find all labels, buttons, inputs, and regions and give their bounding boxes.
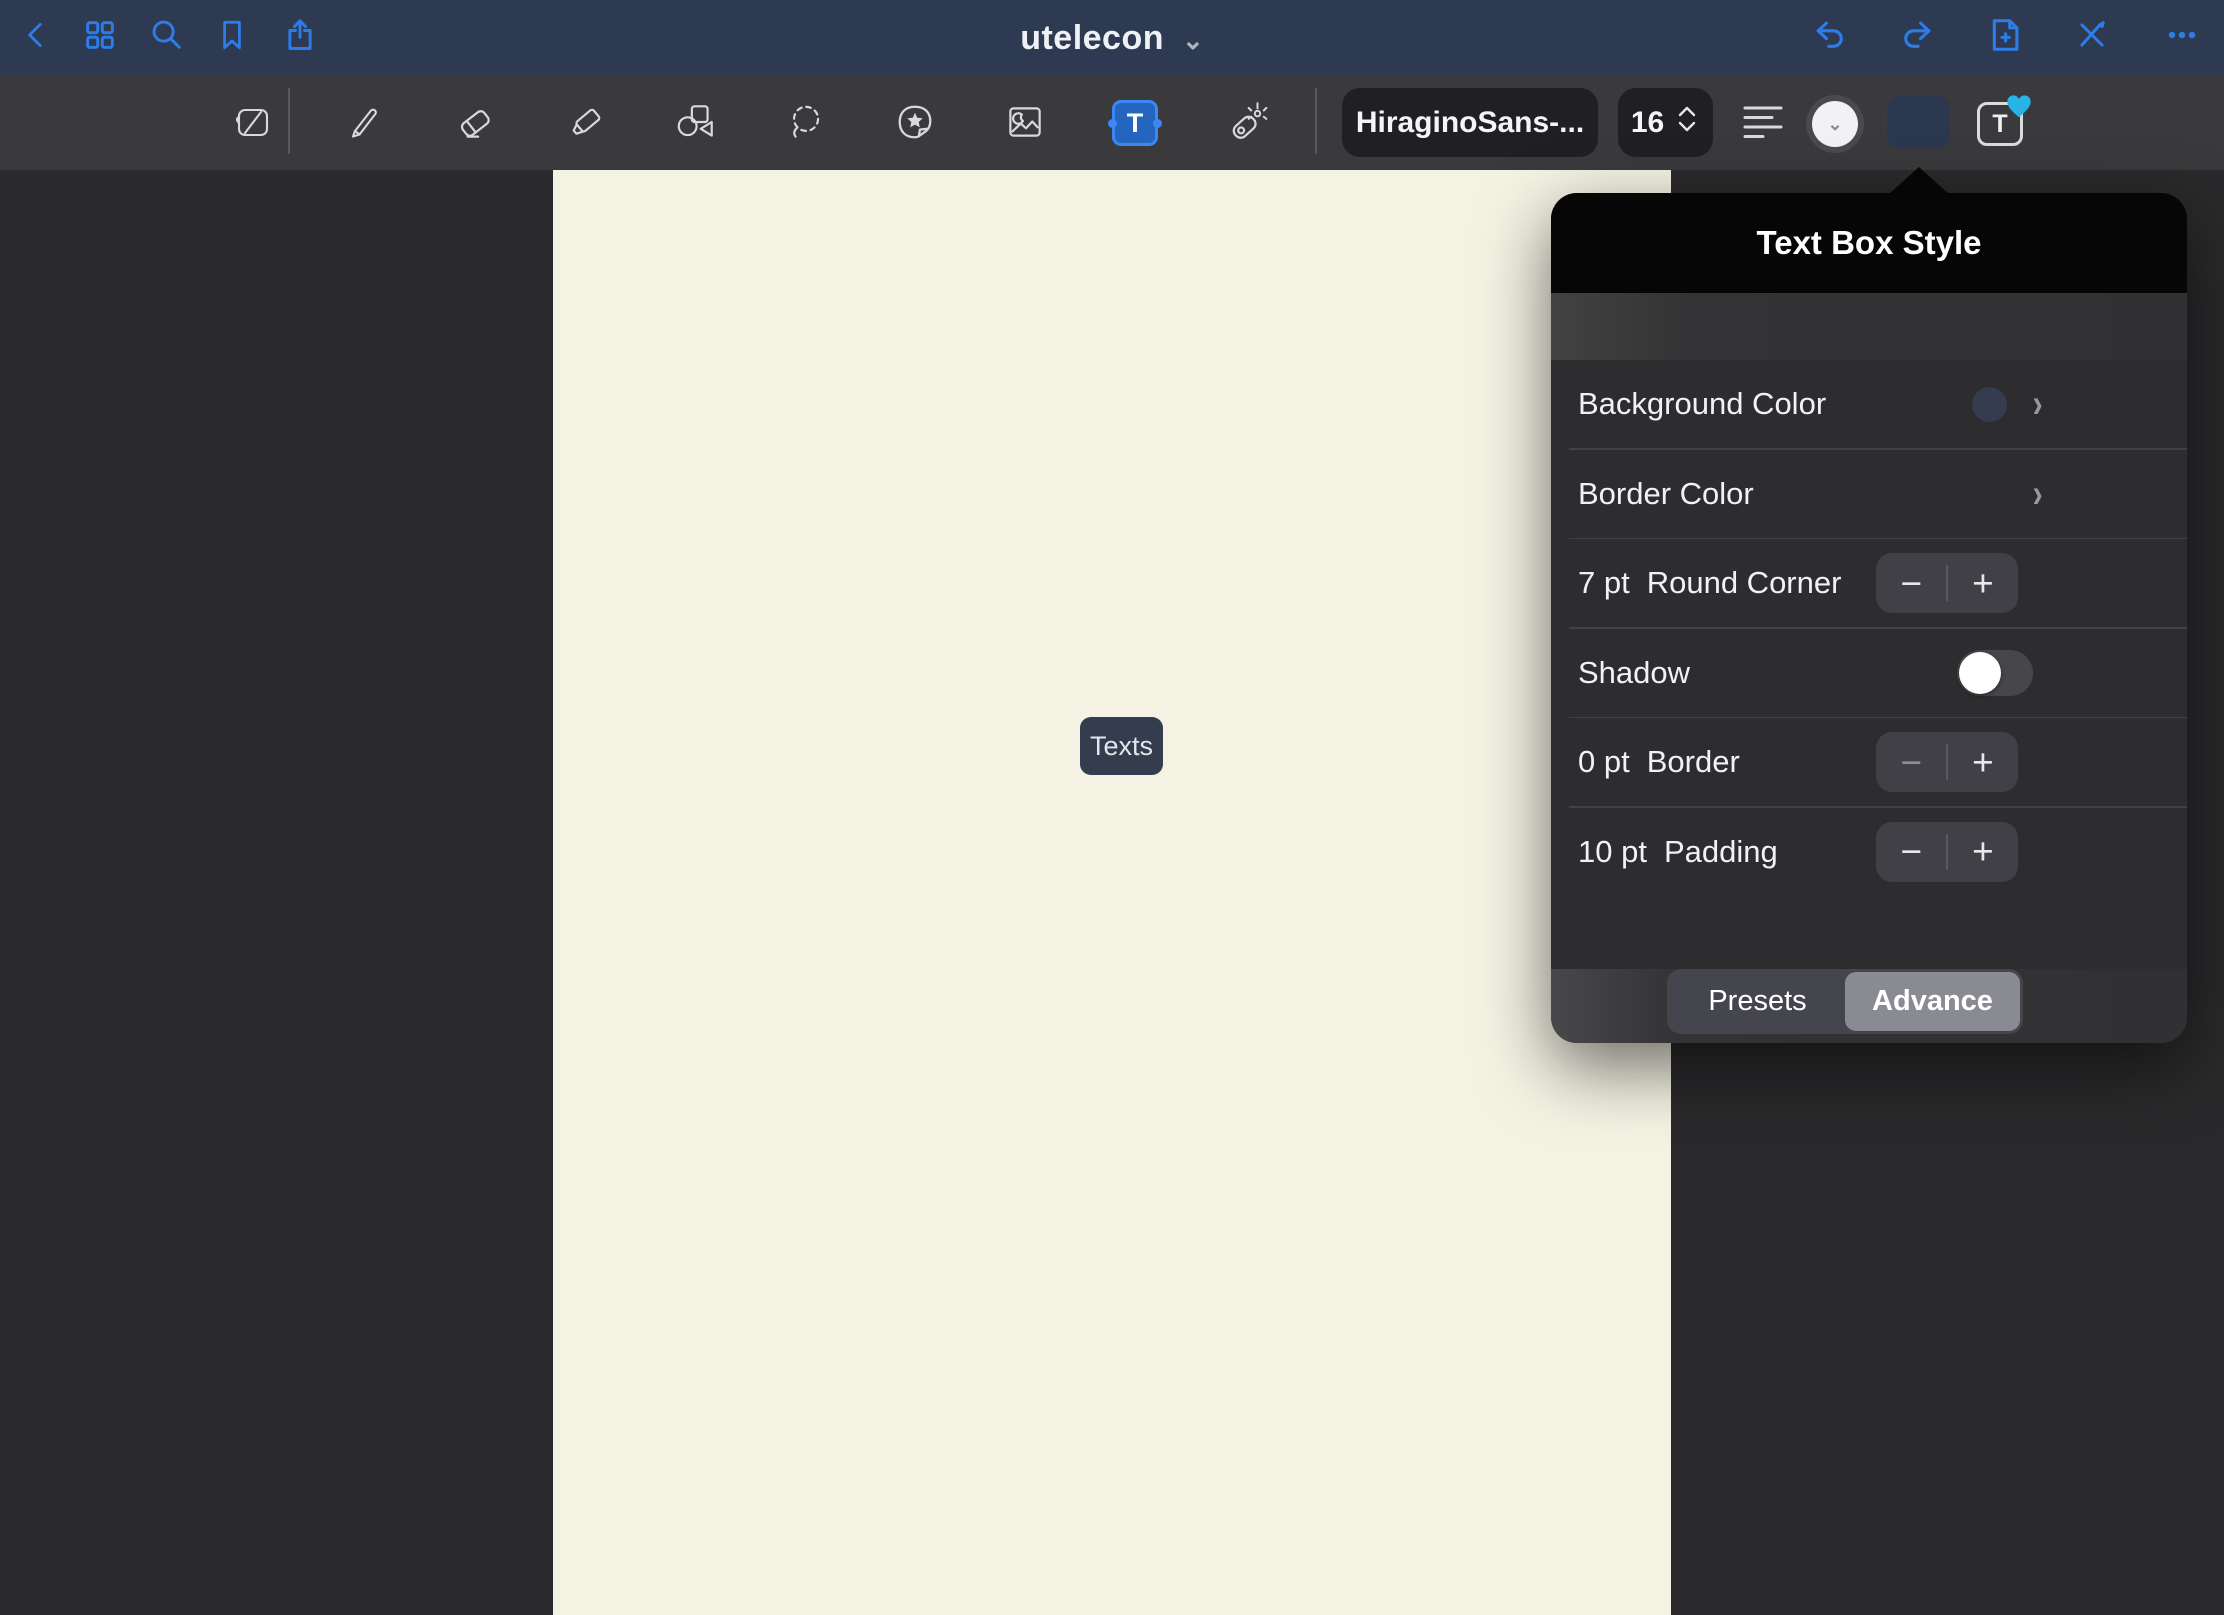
row-value: 0 pt	[1578, 744, 1630, 780]
redo-icon[interactable]	[1893, 11, 1941, 59]
tab-presets[interactable]: Presets	[1670, 972, 1845, 1031]
chevron-down-icon: ⌄	[1812, 101, 1858, 147]
text-tool-letter: T	[1127, 108, 1144, 139]
readonly-mode-icon[interactable]	[2068, 11, 2116, 59]
document-title-button[interactable]: utelecon ⌄	[0, 0, 2224, 76]
plus-button[interactable]: +	[1948, 732, 2018, 792]
row-label: Padding	[1664, 834, 1778, 870]
sticker-tool-icon[interactable]	[891, 98, 939, 146]
highlighter-tool-icon[interactable]	[563, 98, 611, 146]
text-box-object[interactable]: Texts	[1080, 717, 1163, 775]
border-stepper: − +	[1876, 732, 2018, 792]
size-stepper-icon	[1674, 104, 1700, 142]
text-tool-icon[interactable]: T	[1112, 100, 1158, 146]
note-page-canvas[interactable]: Texts	[553, 170, 1671, 1615]
font-family-label: HiraginoSans-...	[1356, 106, 1584, 140]
row-label: Border Color	[1578, 476, 1754, 512]
row-label: Shadow	[1578, 655, 1690, 691]
page-title: utelecon	[1020, 19, 1164, 58]
chevron-right-icon: ›	[2032, 384, 2042, 424]
row-value: 10 pt	[1578, 834, 1647, 870]
minus-button[interactable]: −	[1876, 822, 1946, 882]
top-nav-bar: utelecon ⌄	[0, 0, 2224, 76]
row-background-color[interactable]: Background Color ›	[1551, 360, 2187, 448]
chevron-down-icon: ⌄	[1182, 25, 1204, 56]
row-border-color[interactable]: Border Color ›	[1551, 450, 2187, 538]
toggle-knob	[1959, 652, 2001, 694]
plus-button[interactable]: +	[1948, 553, 2018, 613]
minus-button[interactable]: −	[1876, 553, 1946, 613]
row-value: 7 pt	[1578, 565, 1630, 601]
laser-pointer-tool-icon[interactable]	[1222, 98, 1270, 146]
editor-mode-tool-icon[interactable]	[228, 98, 276, 146]
selection-handle	[1108, 119, 1117, 128]
undo-icon[interactable]	[1806, 11, 1854, 59]
text-box-content: Texts	[1090, 731, 1153, 762]
row-border-width: 0 pt Border − +	[1551, 718, 2187, 806]
textbox-color-swatch-button[interactable]	[1887, 96, 1950, 148]
lasso-tool-icon[interactable]	[781, 98, 829, 146]
shadow-toggle[interactable]	[1957, 650, 2033, 696]
popup-callout-arrow	[1888, 167, 1950, 195]
presets-advance-segmented-control: Presets Advance	[1667, 969, 2023, 1034]
heart-icon	[2004, 91, 2034, 121]
text-color-button[interactable]: ⌄	[1806, 95, 1864, 153]
tab-advance[interactable]: Advance	[1845, 972, 2020, 1031]
row-padding: 10 pt Padding − +	[1551, 808, 2187, 896]
more-icon[interactable]	[2158, 11, 2206, 59]
popup-footer: Presets Advance	[1551, 969, 2187, 1044]
plus-button[interactable]: +	[1948, 822, 2018, 882]
eraser-tool-icon[interactable]	[451, 98, 499, 146]
font-family-button[interactable]: HiraginoSans-...	[1342, 88, 1598, 157]
selection-handle	[1153, 119, 1162, 128]
minus-button[interactable]: −	[1876, 732, 1946, 792]
font-size-stepper[interactable]: 16	[1618, 88, 1713, 157]
text-align-button[interactable]	[1739, 100, 1787, 148]
font-size-value: 16	[1631, 106, 1664, 140]
toolbar-divider	[1315, 88, 1317, 154]
text-box-style-popup: Text Box Style Background Color › Border…	[1551, 193, 2187, 1043]
image-tool-icon[interactable]	[1001, 98, 1049, 146]
row-label: Border	[1647, 744, 1740, 780]
row-shadow: Shadow	[1551, 629, 2187, 717]
row-label: Round Corner	[1647, 565, 1842, 601]
row-label: Background Color	[1578, 386, 1826, 422]
popup-section-band	[1551, 293, 2187, 360]
padding-stepper: − +	[1876, 822, 2018, 882]
add-page-icon[interactable]	[1981, 11, 2029, 59]
round-corner-stepper: − +	[1876, 553, 2018, 613]
chevron-right-icon: ›	[2032, 474, 2042, 514]
pen-tool-icon[interactable]	[340, 98, 388, 146]
text-box-style-button[interactable]: T	[1977, 102, 2023, 146]
row-round-corner: 7 pt Round Corner − +	[1551, 539, 2187, 627]
toolbar-divider	[288, 88, 290, 154]
shapes-tool-icon[interactable]	[671, 98, 719, 146]
popup-title: Text Box Style	[1551, 193, 2187, 293]
background-color-swatch	[1972, 387, 2007, 422]
